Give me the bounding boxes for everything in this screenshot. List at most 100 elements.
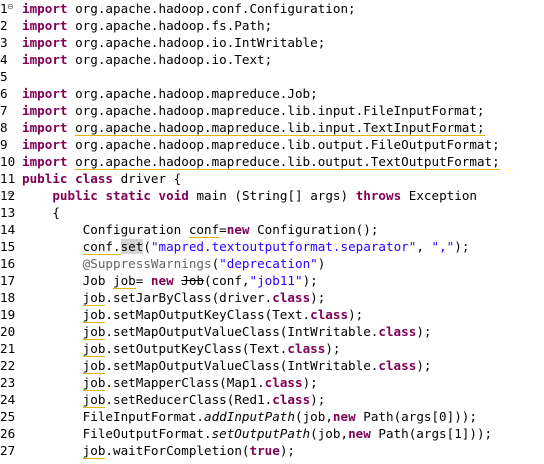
code-token: "deprecation"	[219, 256, 318, 271]
fold-toggle-icon[interactable]: ⊖	[7, 190, 15, 198]
code-token: org.apache.hadoop.mapreduce.Job;	[67, 86, 318, 101]
code-text: job.setMapOutputValueClass(IntWritable.c…	[22, 357, 431, 374]
code-line[interactable]: 8 import org.apache.hadoop.mapreduce.lib.…	[0, 119, 544, 136]
code-token: )	[317, 256, 326, 271]
code-token: new	[332, 409, 356, 424]
code-token: job	[82, 307, 106, 323]
code-token: Configuration	[22, 222, 189, 237]
code-token: org.apache.hadoop.mapreduce.lib.input.Fi…	[67, 103, 485, 118]
code-editor[interactable]: 1 ⊖ import org.apache.hadoop.conf.Configur…	[0, 0, 544, 464]
code-token: (job,	[310, 426, 349, 441]
line-number: 7	[0, 103, 8, 118]
code-token: class	[378, 358, 417, 373]
code-token: import	[22, 137, 68, 152]
line-number: 21	[0, 341, 16, 356]
line-number: 26	[0, 426, 16, 441]
code-line[interactable]: 18 job.setJarByClass(driver.class);	[0, 289, 544, 306]
code-text: job.setOutputKeyClass(Text.class);	[22, 340, 341, 357]
line-number: 23	[0, 375, 16, 390]
code-line[interactable]: 2 import org.apache.hadoop.fs.Path;	[0, 17, 544, 34]
line-number: 8	[0, 120, 8, 135]
line-number: 11	[0, 171, 16, 186]
code-line[interactable]: 19 job.setMapOutputKeyClass(Text.class);	[0, 306, 544, 323]
line-number: 3	[0, 35, 8, 50]
line-number: 15	[0, 239, 16, 254]
code-line[interactable]: 25 FileInputFormat.addInputPath(job,new …	[0, 408, 544, 425]
code-token: Path(args[0]));	[355, 409, 477, 424]
code-line[interactable]: 15 conf.set("mapred.textoutputformat.sep…	[0, 238, 544, 255]
code-token: void	[158, 188, 189, 203]
fold-toggle-icon[interactable]: ⊖	[7, 3, 15, 11]
code-text: import org.apache.hadoop.mapreduce.Job;	[22, 85, 318, 102]
code-token: .waitForCompletion(	[105, 443, 250, 458]
code-token: job	[113, 273, 136, 289]
code-token: class	[75, 171, 114, 186]
code-text: job.setReducerClass(Red1.class);	[22, 391, 325, 408]
code-line[interactable]: 9 import org.apache.hadoop.mapreduce.lib.…	[0, 136, 544, 153]
code-token: org.apache.hadoop.conf.Configuration;	[67, 1, 356, 16]
code-token: class	[272, 290, 311, 305]
code-token: org.apache.hadoop.mapreduce.lib.output.F…	[67, 137, 500, 152]
code-line[interactable]: 13 {	[0, 204, 544, 221]
code-token: class	[272, 392, 311, 407]
code-line[interactable]: 22 job.setMapOutputValueClass(IntWritabl…	[0, 357, 544, 374]
code-line[interactable]: 16 @SuppressWarnings("deprecation")	[0, 255, 544, 272]
code-token: org.apache.hadoop.io.Text;	[67, 52, 273, 67]
code-line[interactable]: 17 Job job= new Job(conf,"job11");	[0, 272, 544, 289]
code-token: class	[378, 324, 417, 339]
code-token: FileInputFormat.	[22, 409, 204, 424]
code-token: job	[82, 375, 106, 391]
code-text: Configuration conf=new Configuration();	[22, 221, 378, 238]
code-text: import org.apache.hadoop.mapreduce.lib.o…	[22, 136, 500, 153]
code-line[interactable]: 6 import org.apache.hadoop.mapreduce.Job;	[0, 85, 544, 102]
code-line[interactable]: 7 import org.apache.hadoop.mapreduce.lib.…	[0, 102, 544, 119]
code-token: static	[105, 188, 151, 203]
code-token: );	[416, 358, 432, 373]
code-token: .setJarByClass(driver.	[105, 290, 273, 305]
code-token: new	[348, 426, 371, 441]
code-token: {	[22, 205, 60, 220]
code-line[interactable]: 10 import org.apache.hadoop.mapreduce.lib…	[0, 153, 544, 170]
line-number: 2	[0, 18, 8, 33]
code-line[interactable]: 5	[0, 68, 544, 85]
code-token: job	[82, 341, 106, 357]
code-line[interactable]: 26 FileOutputFormat.setOutputPath(job,ne…	[0, 425, 544, 442]
code-line[interactable]: 23 job.setMapperClass(Map1.class);	[0, 374, 544, 391]
code-token: new	[226, 222, 250, 237]
code-token: true	[249, 443, 280, 458]
line-number: 16	[0, 256, 16, 271]
code-token: );	[348, 307, 364, 322]
code-line[interactable]: 14 Configuration conf=new Configuration(…	[0, 221, 544, 238]
code-line[interactable]: 20 job.setMapOutputValueClass(IntWritabl…	[0, 323, 544, 340]
code-token: "job11"	[249, 273, 303, 288]
code-line[interactable]: 11 public class driver {	[0, 170, 544, 187]
code-text: Job job= new Job(conf,"job11");	[22, 272, 318, 289]
code-token: import	[22, 35, 68, 50]
code-token: Job	[22, 273, 113, 288]
code-line[interactable]: 21 job.setOutputKeyClass(Text.class);	[0, 340, 544, 357]
line-number: 18	[0, 290, 16, 305]
code-text: conf.set("mapred.textoutputformat.separa…	[22, 238, 469, 255]
code-line[interactable]: 3 import org.apache.hadoop.io.IntWritable…	[0, 34, 544, 51]
code-token: public	[52, 188, 98, 203]
line-number: 22	[0, 358, 16, 373]
code-token: FileOutputFormat.	[22, 426, 212, 441]
code-text: FileInputFormat.addInputPath(job,new Pat…	[22, 408, 477, 425]
code-line[interactable]: 27 job.waitForCompletion(true);	[0, 442, 544, 459]
code-token: class	[310, 307, 349, 322]
code-line[interactable]: 4 import org.apache.hadoop.io.Text;	[0, 51, 544, 68]
code-text: public static void main (String[] args) …	[22, 187, 477, 204]
line-number: 4	[0, 52, 8, 67]
code-text: import org.apache.hadoop.conf.Configurat…	[22, 0, 356, 17]
code-line[interactable]: 1 ⊖ import org.apache.hadoop.conf.Configur…	[0, 0, 544, 17]
code-line[interactable]: 24 job.setReducerClass(Red1.class);	[0, 391, 544, 408]
code-line[interactable]: 12 ⊖ public static void main (String[] ar…	[0, 187, 544, 204]
code-token: throws	[355, 188, 402, 203]
code-token: =	[219, 222, 227, 237]
